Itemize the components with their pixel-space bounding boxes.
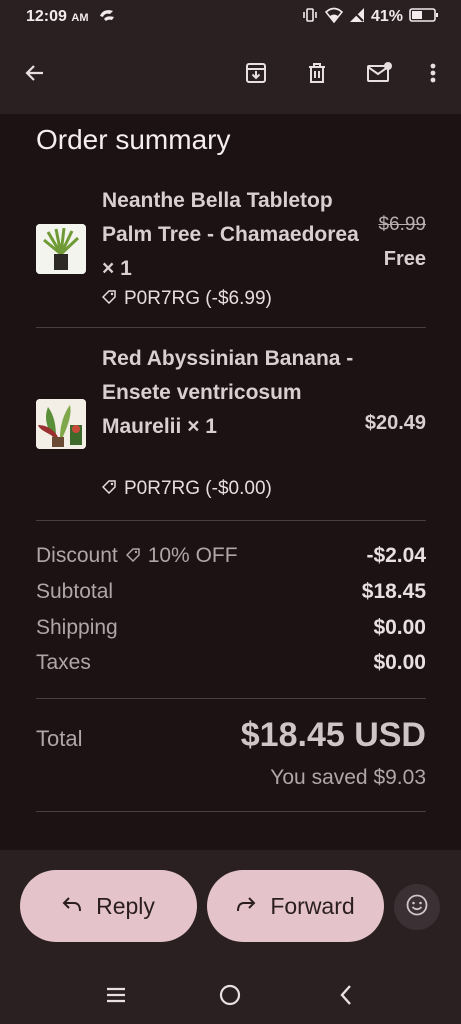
divider — [36, 520, 426, 521]
original-price: $6.99 — [378, 214, 426, 235]
discount-label: Discount — [36, 544, 118, 567]
item-price: Free — [383, 248, 426, 270]
forward-label: Forward — [270, 892, 355, 919]
tag-icon — [101, 478, 116, 500]
back-arrow-icon[interactable] — [20, 58, 50, 88]
subtotal-value: $18.45 — [361, 580, 426, 603]
home-icon[interactable] — [215, 980, 245, 1010]
wifi-icon — [324, 7, 344, 28]
taxes-label: Taxes — [36, 651, 91, 674]
shipping-row: Shipping $0.00 — [36, 616, 426, 646]
archive-icon[interactable] — [241, 58, 271, 88]
product-name: Red Abyssinian Banana - Ensete ventricos… — [102, 347, 354, 438]
status-clock: 12:09 — [26, 8, 67, 25]
item-price: $20.49 — [364, 412, 426, 434]
reply-icon — [62, 893, 82, 920]
status-time: 12:09 AM — [26, 8, 88, 26]
taxes-row: Taxes $0.00 — [36, 651, 426, 681]
discount-tag: 10% OFF — [147, 544, 238, 567]
order-item: Red Abyssinian Banana - Ensete ventricos… — [36, 342, 426, 512]
back-nav-icon[interactable] — [331, 980, 361, 1010]
discount-label-group: Discount 10% OFF — [36, 544, 238, 568]
bottom-bar: Reply Forward — [0, 850, 461, 1024]
taxes-value: $0.00 — [373, 651, 426, 674]
discount-code-text: P0R7RG (-$6.99) — [124, 288, 272, 309]
delete-icon[interactable] — [302, 58, 332, 88]
discount-value: -$2.04 — [366, 544, 426, 567]
status-right: 41% — [301, 7, 439, 28]
forward-button[interactable]: Forward — [207, 870, 384, 942]
order-summary-title: Order summary — [36, 124, 231, 155]
vibrate-icon — [301, 7, 319, 28]
notification-icon — [98, 8, 116, 27]
tag-icon — [125, 544, 140, 568]
subtotal-row: Subtotal $18.45 — [36, 580, 426, 610]
order-item: Neanthe Bella Tabletop Palm Tree - Chama… — [36, 184, 426, 314]
system-nav-bar — [0, 968, 461, 1018]
reply-label: Reply — [96, 892, 155, 919]
email-content: Order summary Neanthe Bella Tabletop Pal… — [0, 114, 461, 850]
product-image — [36, 224, 86, 274]
tag-icon — [101, 288, 116, 310]
no-signal-icon — [349, 7, 365, 28]
battery-icon — [409, 7, 439, 28]
divider — [36, 811, 426, 812]
total-label: Total — [36, 726, 83, 751]
price-column: $6.99 Free — [378, 214, 426, 271]
shipping-label: Shipping — [36, 616, 118, 639]
product-name: Neanthe Bella Tabletop Palm Tree - Chama… — [102, 189, 359, 280]
subtotal-label: Subtotal — [36, 580, 114, 603]
emoji-icon — [405, 893, 429, 922]
saved-text: You saved $9.03 — [270, 766, 426, 789]
app-bar — [0, 34, 461, 114]
emoji-reaction-button[interactable] — [394, 884, 440, 930]
status-bar: 12:09 AM 41% — [0, 0, 461, 34]
reply-button[interactable]: Reply — [20, 870, 197, 942]
forward-icon — [236, 893, 256, 920]
discount-code: P0R7RG (-$0.00) — [101, 478, 272, 500]
mark-unread-icon[interactable] — [364, 58, 394, 88]
status-left: 12:09 AM — [26, 8, 116, 27]
shipping-value: $0.00 — [373, 616, 426, 639]
divider — [36, 327, 426, 328]
product-image — [36, 399, 86, 449]
discount-code-text: P0R7RG (-$0.00) — [124, 478, 272, 499]
discount-row: Discount 10% OFF -$2.04 — [36, 544, 426, 574]
status-ampm: AM — [71, 12, 89, 24]
divider — [36, 698, 426, 699]
more-vert-icon[interactable] — [418, 58, 448, 88]
battery-percentage: 41% — [370, 8, 403, 25]
discount-code: P0R7RG (-$6.99) — [101, 288, 272, 310]
recent-apps-icon[interactable] — [101, 980, 131, 1010]
total-value: $18.45 USD — [240, 716, 426, 754]
